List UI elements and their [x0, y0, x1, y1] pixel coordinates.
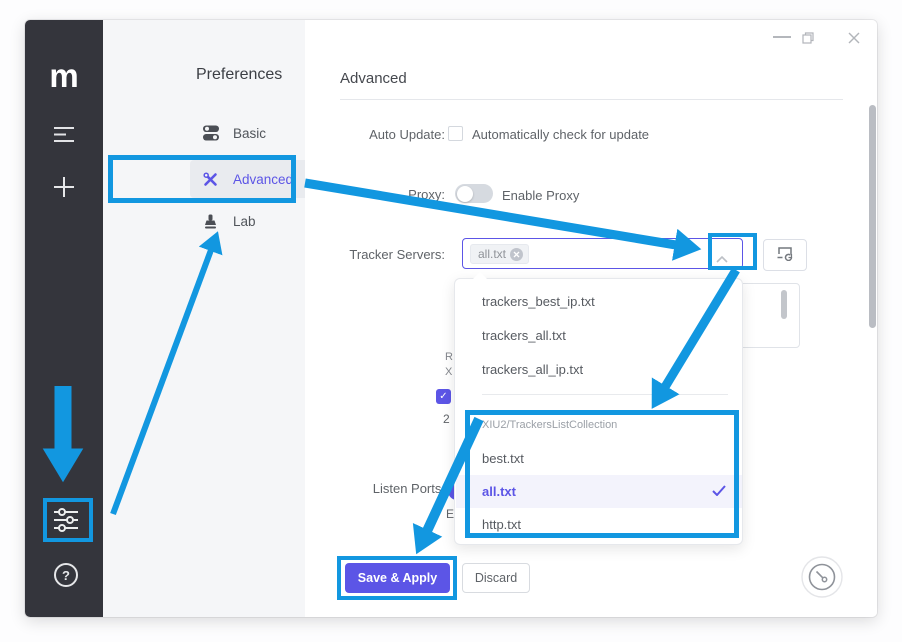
auto-update-option-label: Automatically check for update	[472, 127, 649, 142]
speed-limit-gauge-button[interactable]	[801, 556, 843, 598]
occluded-text-fragment: X	[445, 366, 452, 378]
auto-update-label: Auto Update:	[205, 127, 445, 142]
tracker-servers-label: Tracker Servers:	[205, 247, 445, 262]
occluded-text-fragment: E	[446, 507, 454, 521]
tracker-servers-select[interactable]: all.txt	[462, 238, 743, 269]
dropdown-option[interactable]: trackers_best_ip.txt	[482, 294, 595, 309]
tools-icon	[203, 172, 220, 187]
save-apply-button[interactable]: Save & Apply	[345, 563, 450, 593]
maximize-button[interactable]	[802, 31, 814, 43]
dropdown-option[interactable]: trackers_all_ip.txt	[482, 362, 583, 377]
dropdown-option[interactable]: trackers_all.txt	[482, 328, 566, 343]
dropdown-option[interactable]: http.txt	[482, 517, 521, 532]
selected-tracker-tag: all.txt	[470, 244, 529, 264]
popover-notch	[473, 272, 487, 279]
occluded-text-fragment: R	[445, 351, 453, 363]
help-icon[interactable]: ?	[54, 563, 78, 587]
nav-label-lab: Lab	[233, 214, 256, 229]
tracker-dropdown: trackers_best_ip.txt trackers_all.txt tr…	[454, 278, 743, 545]
proxy-label: Proxy:	[205, 187, 445, 202]
app-rail: m ?	[25, 20, 103, 617]
app-screenshot: m ? Preferences	[0, 0, 902, 642]
dropdown-group-label: XIU2/TrackersListCollection	[482, 419, 617, 431]
preferences-nav: Preferences Basic	[103, 20, 305, 617]
preferences-sliders-icon[interactable]	[53, 507, 79, 533]
chevron-up-icon[interactable]	[716, 250, 728, 268]
sync-trackers-icon	[776, 245, 794, 266]
occluded-checkbox-fragment: ✓	[436, 389, 451, 404]
dropdown-option-selected[interactable]: all.txt	[482, 484, 516, 499]
app-window: m ? Preferences	[25, 20, 877, 617]
listen-ports-label: Listen Ports:	[205, 481, 445, 496]
close-button[interactable]	[848, 31, 860, 43]
discard-button[interactable]: Discard	[462, 563, 530, 593]
main-scrollbar-thumb[interactable]	[869, 105, 876, 328]
add-task-icon[interactable]	[53, 176, 75, 198]
proxy-option-label: Enable Proxy	[502, 188, 579, 203]
tag-label: all.txt	[478, 247, 506, 261]
page-title: Advanced	[340, 70, 407, 87]
textarea-scrollbar-thumb[interactable]	[781, 290, 787, 319]
task-list-icon[interactable]	[53, 126, 75, 143]
minimize-button[interactable]	[773, 36, 791, 38]
dropdown-option[interactable]: best.txt	[482, 451, 524, 466]
motrix-logo: m	[48, 60, 80, 92]
dropdown-divider	[482, 394, 728, 395]
lab-stamp-icon	[203, 214, 220, 229]
sync-trackers-button[interactable]	[763, 239, 807, 271]
nav-label-advanced: Advanced	[233, 172, 293, 187]
tag-close-icon[interactable]	[510, 248, 523, 261]
title-divider	[340, 99, 843, 100]
proxy-toggle[interactable]	[455, 184, 493, 203]
auto-update-checkbox[interactable]	[448, 126, 463, 141]
nav-title: Preferences	[196, 66, 282, 84]
toggle-knob	[457, 186, 473, 202]
check-icon	[712, 483, 726, 501]
help-glyph: ?	[62, 568, 70, 583]
occluded-text-fragment: 2	[443, 412, 450, 426]
